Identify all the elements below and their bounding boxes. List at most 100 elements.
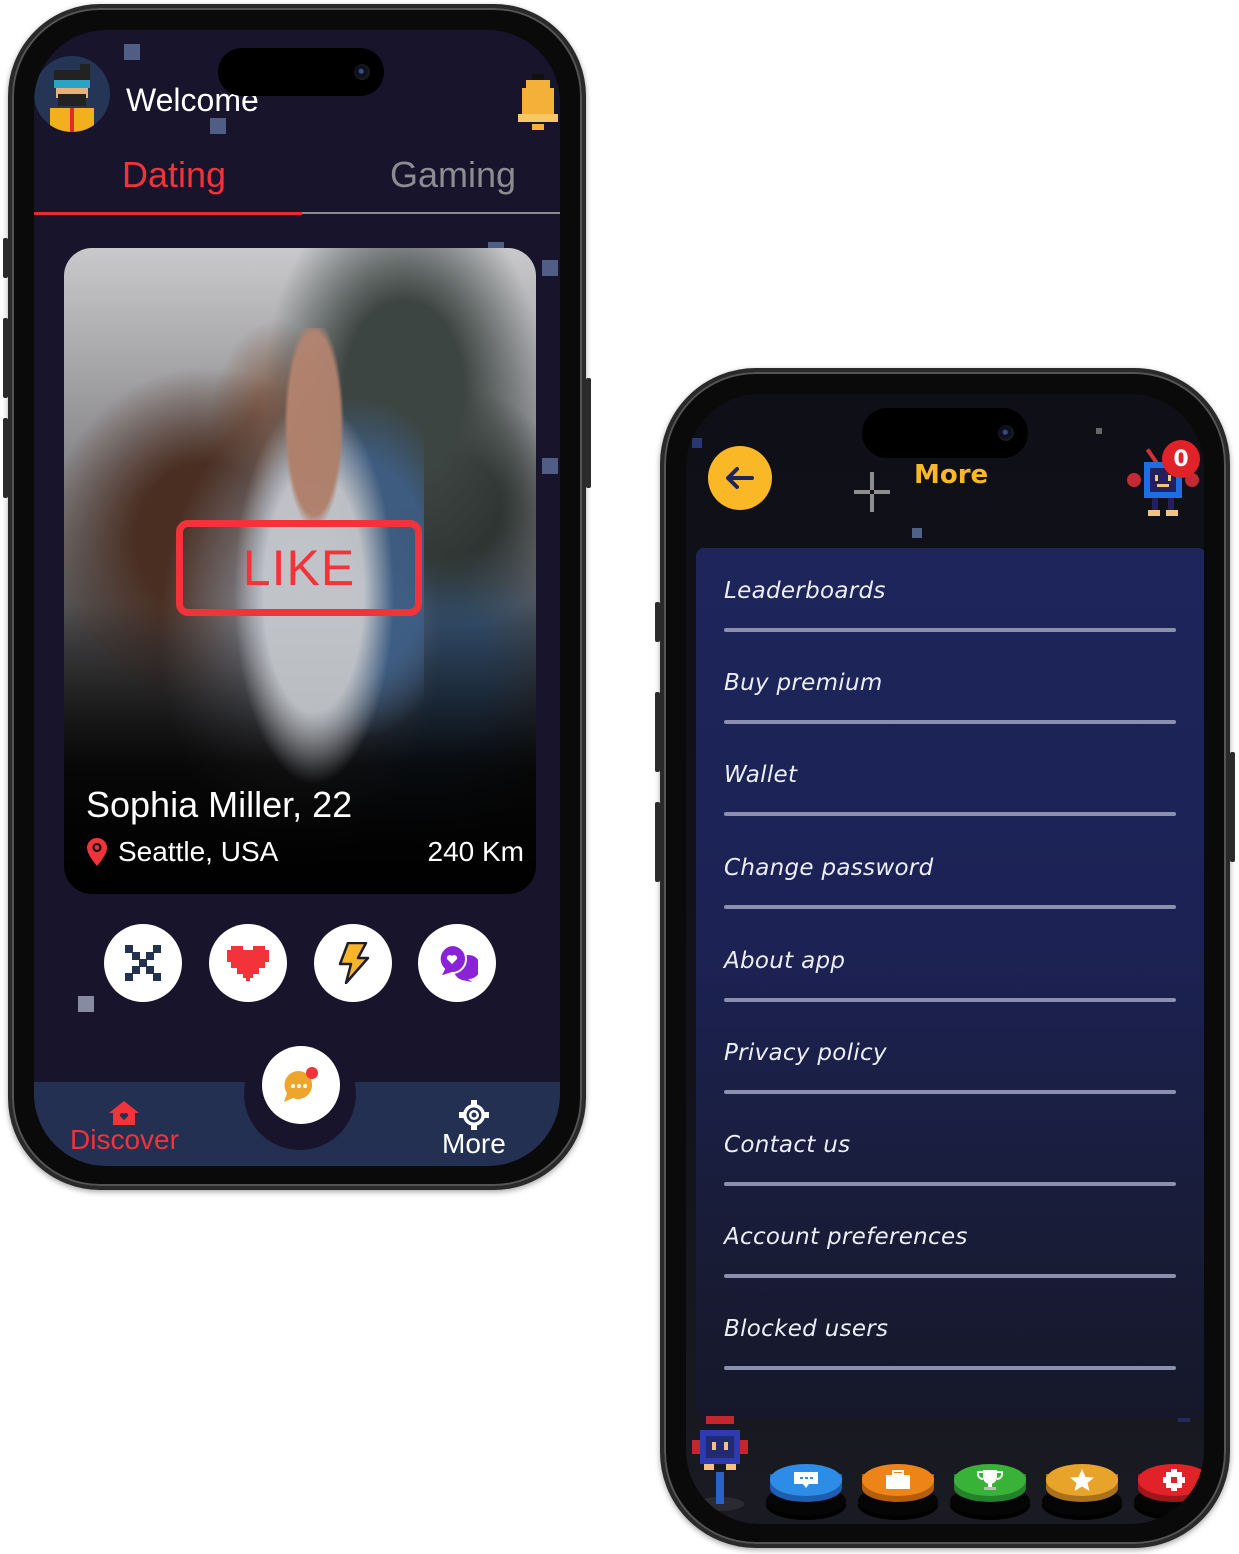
profile-location: Seattle, USA <box>86 836 278 868</box>
decor-pixel <box>124 44 140 60</box>
phone-more: More 0 Leaderboards Buy premium Wallet C… <box>655 368 1235 1548</box>
menu-divider <box>724 1090 1176 1094</box>
menu-divider <box>724 628 1176 632</box>
menu-item-change-password[interactable]: Change password <box>696 825 1204 917</box>
map-pin-icon <box>87 838 107 866</box>
sparkle-icon <box>854 472 890 512</box>
decor-pixel <box>912 528 922 538</box>
more-screen: More 0 Leaderboards Buy premium Wallet C… <box>686 394 1204 1524</box>
chat-bubble-icon <box>284 1067 318 1102</box>
arcade-settings-button[interactable] <box>1134 1464 1204 1518</box>
chat-heart-icon <box>438 943 478 982</box>
volume-down-button <box>3 418 8 498</box>
menu-item-label: Contact us <box>724 1132 851 1158</box>
side-button <box>3 238 8 278</box>
volume-up-button <box>3 318 8 398</box>
pixel-heart-icon <box>227 946 269 981</box>
menu-divider <box>724 1366 1176 1370</box>
pixel-robot-joystick-icon[interactable] <box>690 1416 756 1512</box>
menu-item-label: Account preferences <box>724 1224 968 1250</box>
menu-divider <box>724 812 1176 816</box>
arcade-shop-button[interactable] <box>858 1464 938 1518</box>
tab-underline <box>34 212 560 215</box>
dislike-button[interactable] <box>104 924 182 1002</box>
menu-divider <box>724 1182 1176 1186</box>
menu-item-label: Wallet <box>724 762 798 788</box>
menu-item-about-app[interactable]: About app <box>696 918 1204 1010</box>
pixel-x-icon <box>125 945 161 981</box>
menu-divider <box>724 1274 1176 1278</box>
nav-more[interactable]: More <box>442 1100 506 1158</box>
profile-name-age: Sophia Miller, 22 <box>86 784 353 825</box>
notification-badge: 0 <box>1162 440 1200 478</box>
dating-screen: Welcome Dating Gaming LIKE Sophia Miller… <box>34 30 560 1166</box>
menu-divider <box>724 905 1176 909</box>
arrow-left-icon <box>726 467 754 489</box>
arcade-button-bar <box>766 1464 1204 1524</box>
nav-more-label: More <box>442 1128 506 1159</box>
menu-item-blocked-users[interactable]: Blocked users <box>696 1286 1204 1378</box>
menu-divider <box>724 720 1176 724</box>
decor-pixel <box>210 118 226 134</box>
decor-pixel <box>542 458 558 474</box>
page-title: More <box>914 460 989 490</box>
more-menu: Leaderboards Buy premium Wallet Change p… <box>696 548 1204 1418</box>
profile-card[interactable]: LIKE Sophia Miller, 22 Seattle, USA 240 … <box>64 248 536 894</box>
like-stamp: LIKE <box>176 520 422 616</box>
tab-gaming[interactable]: Gaming <box>390 154 516 196</box>
menu-item-buy-premium[interactable]: Buy premium <box>696 640 1204 732</box>
menu-item-leaderboards[interactable]: Leaderboards <box>696 548 1204 640</box>
volume-up-button <box>655 692 660 772</box>
power-button <box>586 378 591 488</box>
chat-icon <box>794 1472 818 1488</box>
decor-pixel <box>1096 428 1102 434</box>
camera <box>998 425 1014 441</box>
like-button[interactable] <box>209 924 287 1002</box>
nav-discover-label: Discover <box>70 1124 179 1155</box>
star-icon <box>1070 1469 1094 1491</box>
dynamic-island <box>862 408 1028 458</box>
action-buttons <box>104 924 504 1004</box>
tab-dating[interactable]: Dating <box>122 154 226 196</box>
pixel-avatar-icon <box>50 64 94 132</box>
volume-down-button <box>655 802 660 882</box>
tab-bar: Dating Gaming <box>34 140 560 215</box>
chat-button[interactable] <box>262 1046 340 1124</box>
lightning-icon <box>338 942 370 984</box>
trophy-icon <box>977 1470 1003 1490</box>
menu-item-label: Leaderboards <box>724 578 886 604</box>
gear-icon <box>458 1100 489 1130</box>
decor-pixel <box>78 996 94 1012</box>
profile-distance: 240 Km <box>427 836 525 867</box>
decor-pixel <box>542 260 558 276</box>
tab-active-indicator <box>34 212 302 215</box>
menu-item-privacy-policy[interactable]: Privacy policy <box>696 1010 1204 1102</box>
back-button[interactable] <box>708 446 772 510</box>
nav-discover[interactable]: Discover <box>70 1100 179 1154</box>
arcade-chat-button[interactable] <box>766 1464 846 1518</box>
menu-item-label: Blocked users <box>724 1316 889 1342</box>
boost-button[interactable] <box>314 924 392 1002</box>
briefcase-icon <box>886 1470 910 1489</box>
phone-dating: Welcome Dating Gaming LIKE Sophia Miller… <box>3 4 591 1190</box>
menu-item-label: About app <box>724 948 846 974</box>
notification-dot <box>306 1067 318 1079</box>
power-button <box>1230 752 1235 862</box>
location-text: Seattle, USA <box>118 836 279 867</box>
arcade-favorites-button[interactable] <box>1042 1464 1122 1518</box>
side-button <box>655 602 660 642</box>
dynamic-island <box>218 48 384 96</box>
home-heart-icon <box>109 1101 140 1125</box>
decor-pixel <box>692 438 702 448</box>
bell-icon[interactable] <box>514 70 560 144</box>
like-stamp-label: LIKE <box>242 540 356 596</box>
menu-item-contact-us[interactable]: Contact us <box>696 1102 1204 1194</box>
user-avatar[interactable] <box>34 56 110 132</box>
menu-item-account-preferences[interactable]: Account preferences <box>696 1194 1204 1286</box>
arcade-trophy-button[interactable] <box>950 1464 1030 1518</box>
gear-icon <box>1163 1469 1185 1491</box>
menu-divider <box>724 998 1176 1002</box>
menu-item-label: Privacy policy <box>724 1040 887 1066</box>
super-chat-button[interactable] <box>418 924 496 1002</box>
menu-item-wallet[interactable]: Wallet <box>696 732 1204 824</box>
